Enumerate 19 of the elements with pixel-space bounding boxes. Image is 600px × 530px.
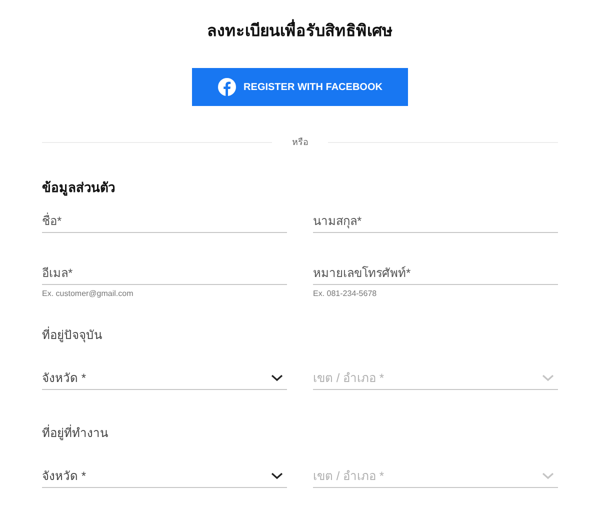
- or-divider-label: หรือ: [291, 136, 309, 149]
- page-title: ลงทะเบียนเพื่อรับสิทธิพิเศษ: [207, 20, 393, 44]
- facebook-icon: [218, 78, 236, 96]
- text-field[interactable]: อีเมล*: [42, 261, 287, 285]
- section-heading: ที่อยู่ปัจจุบัน: [42, 326, 103, 344]
- helper-text: Ex. 081-234-5678: [313, 288, 378, 300]
- select-field[interactable]: จังหวัด *: [42, 366, 287, 390]
- select-field[interactable]: จังหวัด *: [42, 464, 287, 488]
- chevron-down-icon: [542, 472, 554, 480]
- text-field[interactable]: หมายเลขโทรศัพท์*: [313, 261, 558, 285]
- section-heading: ที่อยู่ที่ทำงาน: [42, 424, 109, 442]
- chevron-down-icon: [271, 374, 283, 382]
- chevron-down-icon: [542, 374, 554, 382]
- helper-text: Ex. customer@gmail.com: [42, 288, 134, 300]
- text-field[interactable]: ชื่อ*: [42, 209, 287, 233]
- section-heading: ข้อมูลส่วนตัว: [42, 178, 116, 197]
- facebook-register-button[interactable]: REGISTER WITH FACEBOOK: [192, 68, 408, 106]
- chevron-down-icon: [271, 472, 283, 480]
- text-field[interactable]: นามสกุล*: [313, 209, 558, 233]
